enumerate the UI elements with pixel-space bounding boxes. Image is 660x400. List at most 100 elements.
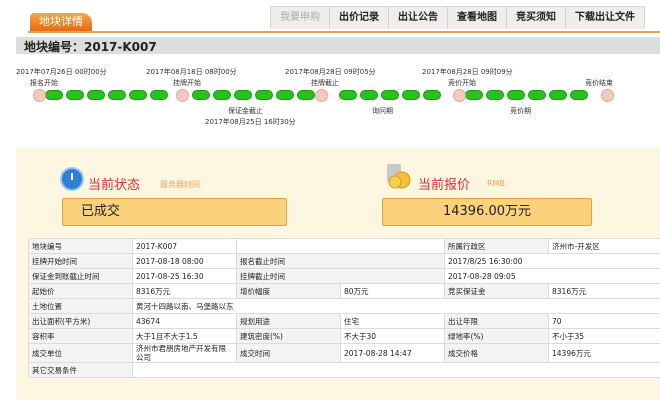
timeline-segment (507, 90, 525, 100)
cell (132, 362, 660, 378)
cell: 8316万元 (548, 283, 660, 299)
nav-announcement[interactable]: 出让公告 (389, 7, 448, 29)
tl-date-4: 2017年08月28日 09时09分 (422, 68, 513, 76)
cell: 出让面积(平方米) (28, 313, 133, 329)
tl-label-bid-start: 竞价开始 (448, 79, 476, 87)
status-value: 已成交 (81, 204, 121, 219)
timeline-segment (486, 90, 504, 100)
cell: 土地位置 (28, 298, 133, 314)
timeline-segment (381, 90, 399, 100)
cell: 2017/8/25 16:30:00 (444, 253, 660, 269)
timeline-node (33, 89, 46, 102)
cell: 14396万元 (548, 343, 660, 363)
tl-label-listing-start: 挂牌开始 (173, 79, 201, 87)
timeline-segment (66, 90, 84, 100)
table-row: 成交单位 济州市君朋房地产开发有限公司 成交时间 2017-08-28 14:4… (28, 343, 660, 363)
cell: 挂牌截止时间 (236, 268, 445, 284)
timeline-segment (255, 90, 273, 100)
table-row: 保证金到账截止时间 2017-08-25 16:30 挂牌截止时间 2017-0… (28, 268, 660, 284)
nav-bid-records[interactable]: 出价记录 (330, 7, 389, 29)
cell: 70 (548, 313, 660, 329)
tl-label-register: 报名开始 (30, 79, 58, 87)
cell: 济州市君朋房地产开发有限公司 (132, 343, 237, 363)
timeline-segment (465, 90, 483, 100)
table-row: 土地位置 黄河十四路以南、马堡路以东 (28, 298, 660, 314)
cell: 起始价 (28, 283, 133, 299)
tl-date-2: 2017年08月18日 08时00分 (146, 68, 237, 76)
cell: 2017-08-25 16:30 (132, 268, 237, 284)
tl-date-deposit: 2017年08月25日 16时30分 (205, 118, 296, 126)
timeline-segment (528, 90, 546, 100)
cell: 竞买保证金 (444, 283, 549, 299)
table-row: 起始价 8316万元 增价幅度 80万元 竞买保证金 8316万元 (28, 283, 660, 299)
cell: 地块编号 (28, 238, 133, 254)
cell: 增价幅度 (236, 283, 341, 299)
timeline-node (601, 89, 614, 102)
cell: 黄河十四路以南、马堡路以东 (132, 298, 660, 314)
cell: 不大于30 (340, 328, 445, 344)
top-bar: 地块详情 我要申购 出价记录 出让公告 查看地图 竞买须知 下载出让文件 (0, 0, 660, 34)
timeline-segment (234, 90, 252, 100)
tl-date-1: 2017年07月26日 00时00分 (16, 68, 107, 76)
timeline-segment (45, 90, 63, 100)
timeline-segment (276, 90, 294, 100)
cell: 所属行政区 (444, 238, 549, 254)
tl-label-bid-end: 竞价结束 (585, 79, 613, 87)
price-value-box: 14396.00万元 (382, 198, 592, 226)
timeline-segment (360, 90, 378, 100)
cell: 2017-08-18 08:00 (132, 253, 237, 269)
price-value: 14396.00万元 (442, 204, 532, 219)
timeline-node (315, 89, 328, 102)
timeline-segment (339, 90, 357, 100)
cell: 挂牌开始时间 (28, 253, 133, 269)
cell: 不小于35 (548, 328, 660, 344)
info-table: 地块编号 2017-K007 所属行政区 济州市-开发区 挂牌开始时间 2017… (28, 238, 660, 378)
price-currency: RMB (487, 179, 505, 188)
nav-download[interactable]: 下载出让文件 (566, 7, 644, 29)
cell: 成交时间 (236, 343, 341, 363)
timeline-segment (402, 90, 420, 100)
cell: 保证金到账截止时间 (28, 268, 133, 284)
timeline-segment (213, 90, 231, 100)
cell: 2017-K007 (132, 238, 237, 254)
tl-label-deposit: 保证金截止 (228, 107, 263, 115)
table-row: 出让面积(平方米) 43674 规划用途 住宅 出让年限 70 (28, 313, 660, 329)
cell: 绿地率(%) (444, 328, 549, 344)
tl-label-inquiry: 询问期 (372, 107, 393, 115)
nav-bar: 我要申购 出价记录 出让公告 查看地图 竞买须知 下载出让文件 (270, 6, 645, 29)
tl-label-bidding: 竞价期 (510, 107, 531, 115)
table-row: 地块编号 2017-K007 所属行政区 济州市-开发区 (28, 238, 660, 254)
nav-notice[interactable]: 竞买须知 (507, 7, 566, 29)
timeline-segment (108, 90, 126, 100)
table-row: 其它交易条件 (28, 362, 660, 378)
timeline-segment (423, 90, 441, 100)
cell: 报名截止时间 (236, 253, 445, 269)
cell: 成交单位 (28, 343, 133, 363)
cell: 成交价格 (444, 343, 549, 363)
nav-map[interactable]: 查看地图 (448, 7, 507, 29)
clock-icon (60, 167, 84, 191)
cell: 2017-08-28 09:05 (444, 268, 660, 284)
timeline-segment (87, 90, 105, 100)
tl-label-listing-end: 挂牌截止 (311, 79, 339, 87)
code-bar: 地块编号：2017-K007 (16, 37, 660, 54)
page-title: 地块编号：2017-K007 (24, 40, 157, 54)
timeline-track (33, 89, 614, 102)
tab-title[interactable]: 地块详情 (30, 13, 92, 31)
cell: 容积率 (28, 328, 133, 344)
nav-apply[interactable]: 我要申购 (271, 7, 330, 29)
table-row: 容积率 大于1且不大于1.5 建筑密度(%) 不大于30 绿地率(%) 不小于3… (28, 328, 660, 344)
cell: 8316万元 (132, 283, 237, 299)
tab-underline (28, 31, 660, 33)
timeline-segment (192, 90, 210, 100)
timeline-segment (570, 90, 588, 100)
timeline-segment (150, 90, 168, 100)
cell: 其它交易条件 (28, 362, 133, 378)
cell: 大于1且不大于1.5 (132, 328, 237, 344)
cell: 出让年限 (444, 313, 549, 329)
status-value-box: 已成交 (62, 198, 287, 226)
money-icon (387, 164, 411, 189)
status-label: 当前状态 (88, 178, 141, 193)
timeline-node (453, 89, 466, 102)
cell: 济州市-开发区 (548, 238, 660, 254)
